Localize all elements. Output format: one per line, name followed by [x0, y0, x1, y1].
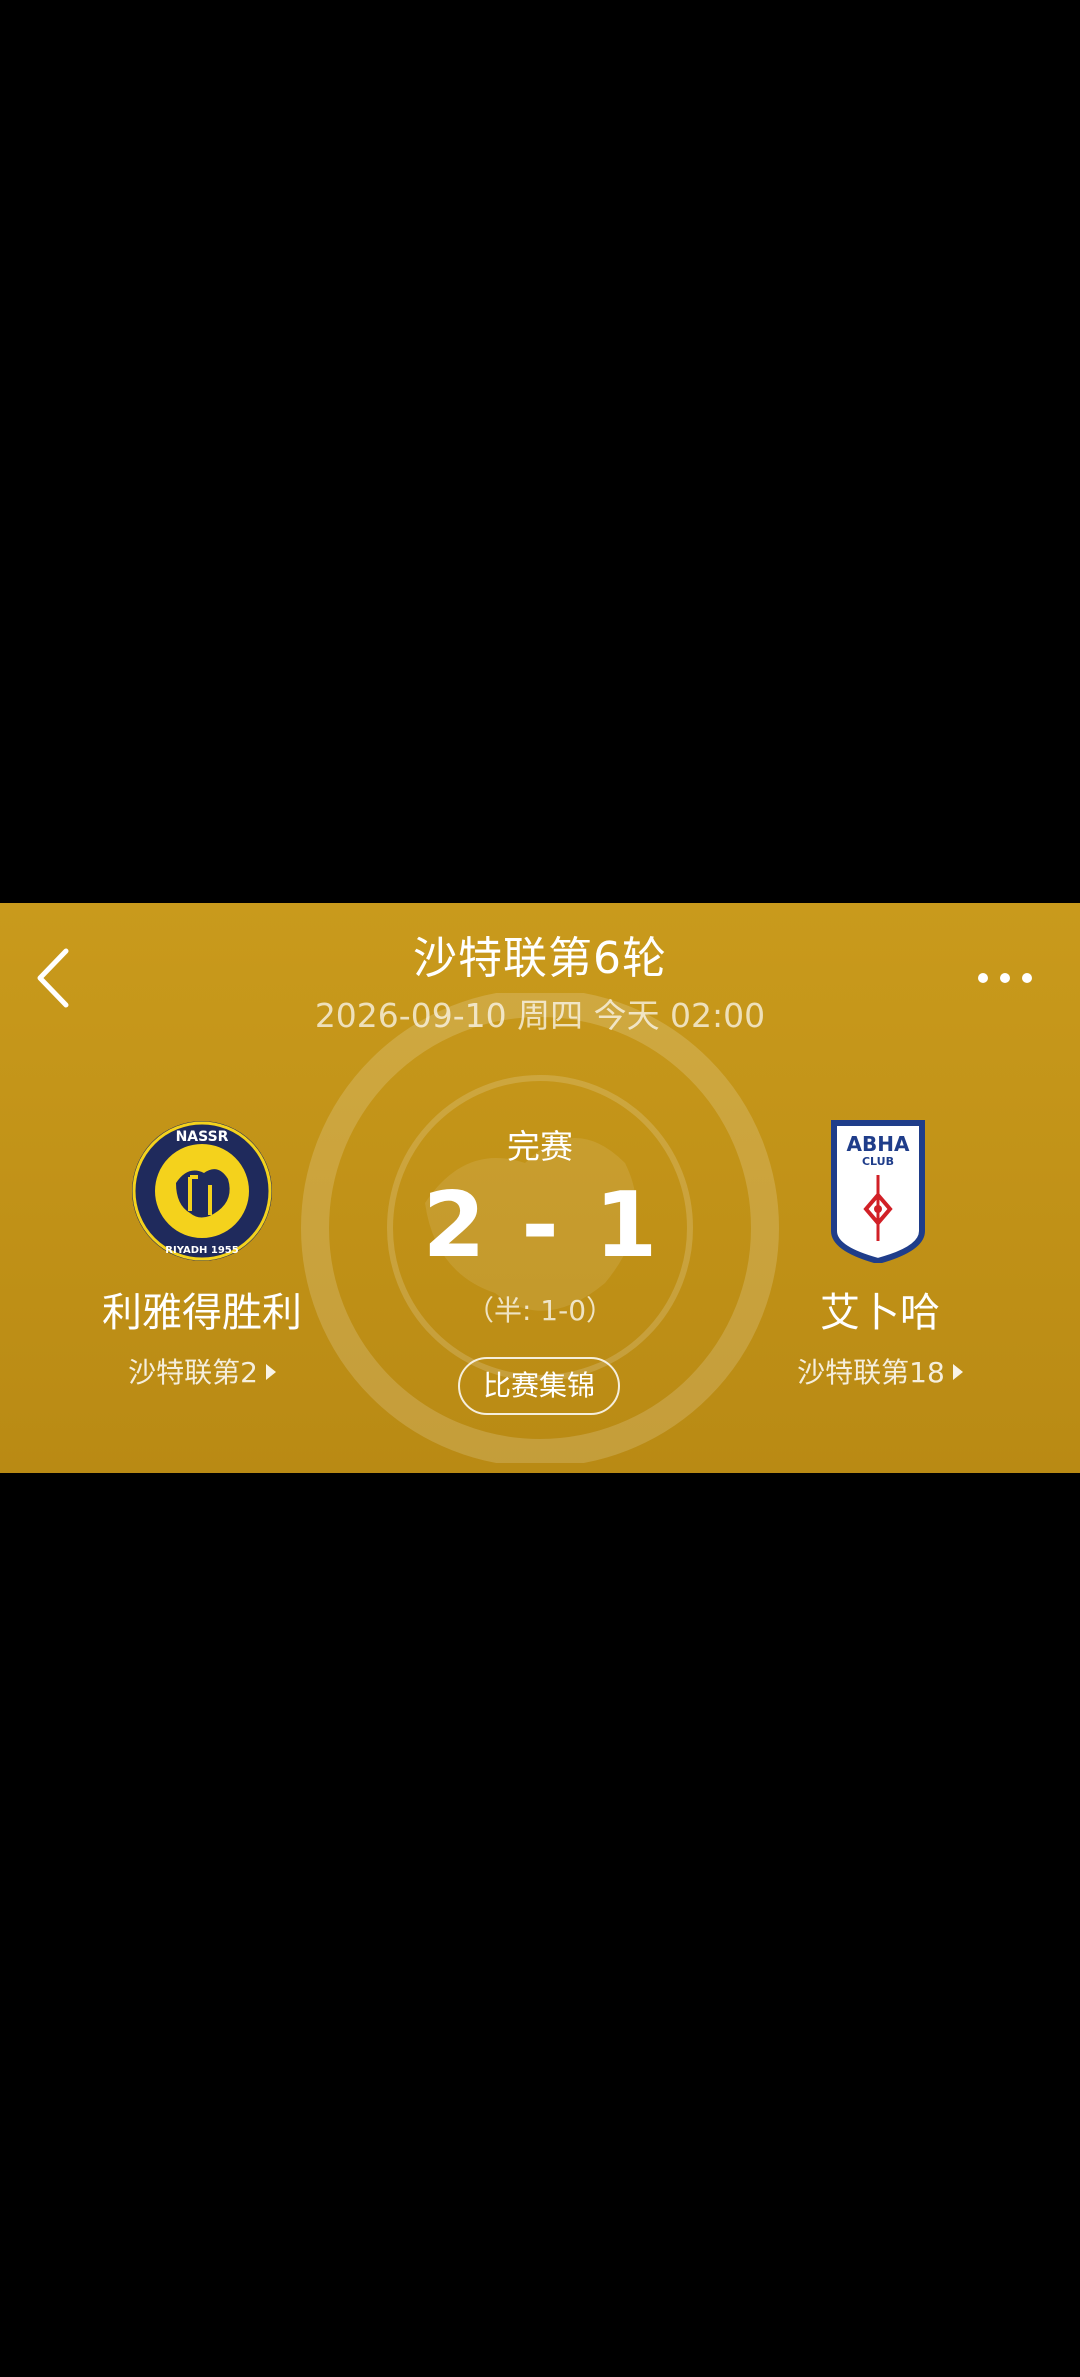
page-title: 沙特联第6轮 — [413, 933, 667, 984]
away-team-rank-link[interactable]: 沙特联第18 — [730, 1353, 1030, 1393]
away-team-rank: 沙特联第18 — [797, 1356, 945, 1389]
match-header-card: 沙特联第6轮 2026-09-10 周四 今天 02:00 NASSR RIYA… — [0, 903, 1080, 1473]
more-dots-icon — [978, 973, 1032, 983]
away-score: 1 — [594, 1173, 658, 1278]
match-status: 完赛 — [507, 1127, 573, 1166]
home-score: 2 — [422, 1173, 486, 1278]
highlights-button[interactable]: 比赛集锦 — [458, 1357, 620, 1415]
screen: 沙特联第6轮 2026-09-10 周四 今天 02:00 NASSR RIYA… — [0, 0, 1080, 2377]
triangle-right-icon — [952, 1364, 963, 1380]
halftime-score: （半: 1-0） — [465, 1294, 615, 1327]
match-datetime: 2026-09-10 周四 今天 02:00 — [314, 996, 766, 1035]
home-team-rank-link[interactable]: 沙特联第2 — [52, 1353, 352, 1393]
score-separator: - — [521, 1173, 559, 1278]
more-button[interactable] — [975, 963, 1035, 993]
match-score: 2-1 — [0, 1171, 1080, 1281]
triangle-right-icon — [265, 1364, 276, 1380]
home-team-rank: 沙特联第2 — [128, 1356, 258, 1389]
